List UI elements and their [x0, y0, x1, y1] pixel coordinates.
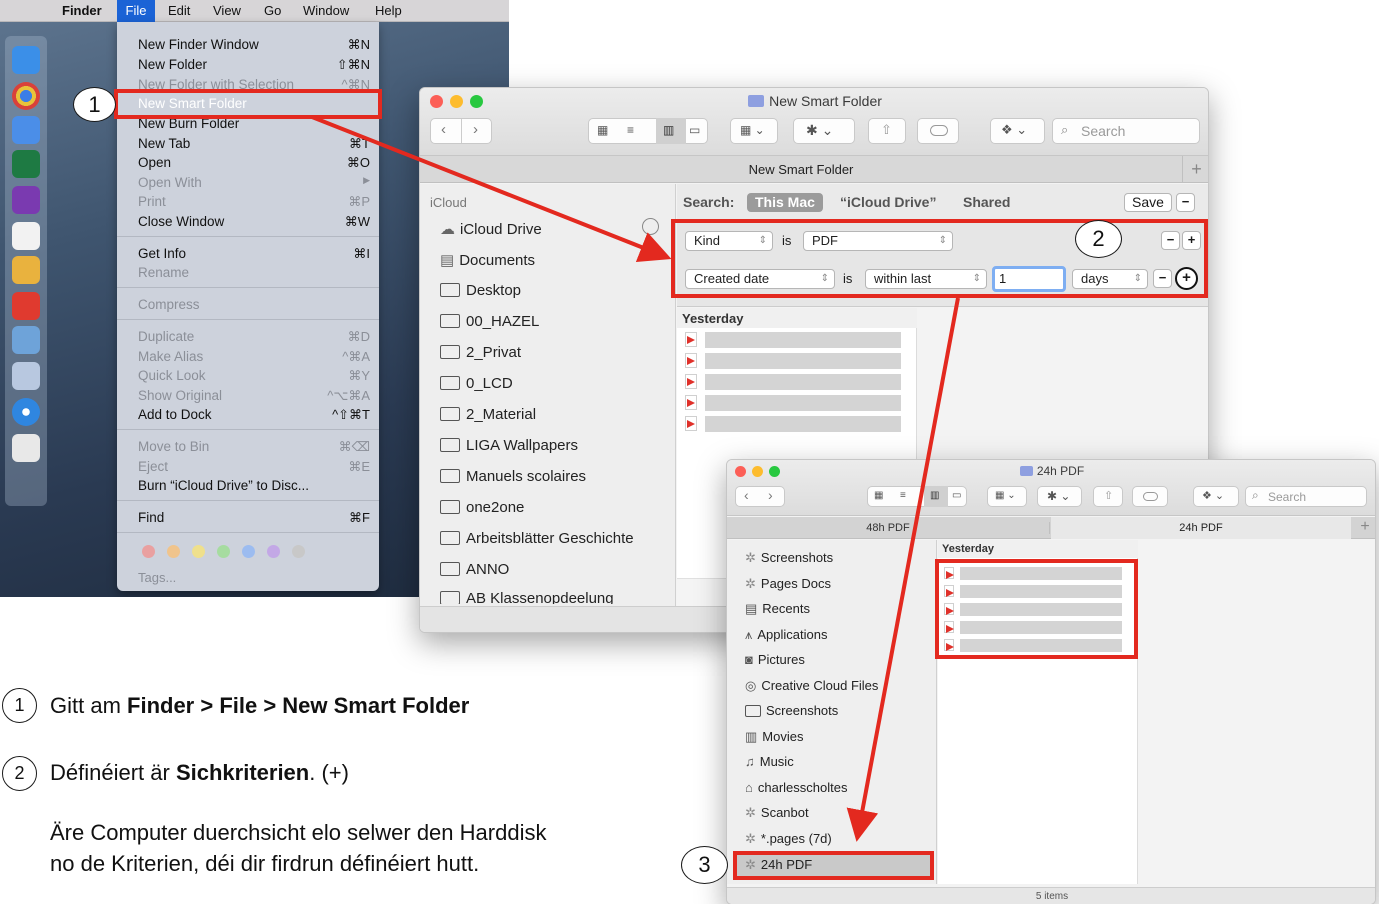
arrow-menu-to-criteria [311, 115, 672, 263]
step2-text: Définéiert är [50, 760, 176, 785]
step1-bold: Finder > File > New Smart Folder [127, 693, 470, 718]
instruction-step-1: Gitt am Finder > File > New Smart Folder [50, 693, 469, 719]
callout-1: 1 [73, 87, 116, 122]
instruction-note-line-1: Äre Computer duerchsicht elo selwer den … [50, 820, 547, 845]
instruction-bullet-2: 2 [2, 756, 37, 791]
callout-2: 2 [1075, 220, 1122, 258]
step1-text: Gitt am [50, 693, 128, 718]
step2-bold: Sichkriterien [175, 760, 310, 785]
callout-3: 3 [681, 846, 728, 884]
instruction-step-2: Définéiert är Sichkriterien. (+) [50, 760, 349, 786]
step2-suffix: . (+) [309, 760, 349, 785]
instruction-bullet-1: 1 [2, 688, 37, 723]
arrow-criteria-to-folder [846, 297, 960, 842]
instruction-note-line-2: no de Kriterien, déi dir firdrun définéi… [50, 851, 480, 876]
